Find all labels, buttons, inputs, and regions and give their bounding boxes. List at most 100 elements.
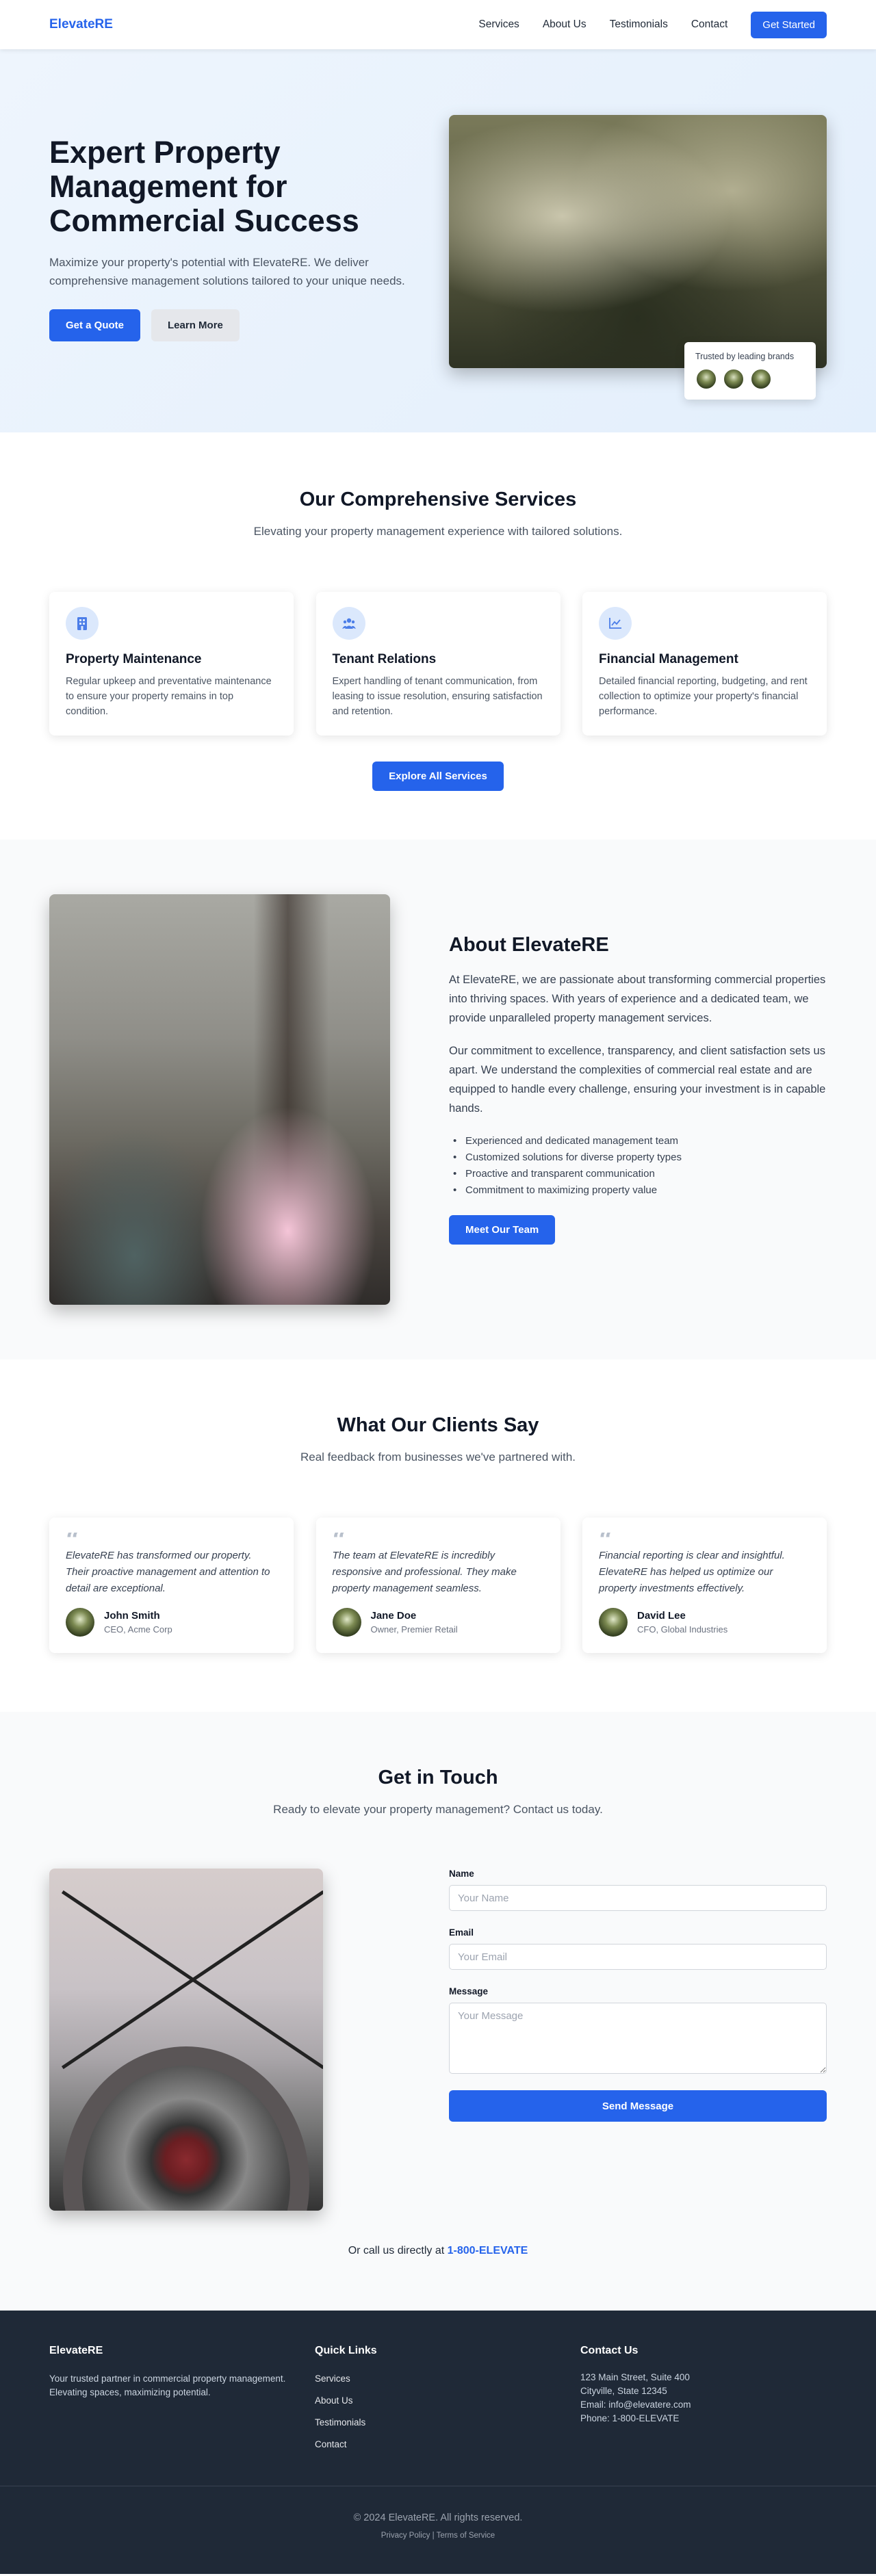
- terms-of-service-link[interactable]: Terms of Service: [437, 2532, 495, 2540]
- footer-link-testimonials[interactable]: Testimonials: [315, 2412, 561, 2434]
- contact-subtitle: Ready to elevate your property managemen…: [273, 1803, 603, 1816]
- contact-form: Name Email Message Send Message: [449, 1869, 827, 2211]
- brand-avatars: [695, 368, 805, 390]
- footer-link-services[interactable]: Services: [315, 2368, 561, 2390]
- about-paragraph: Our commitment to excellence, transparen…: [449, 1045, 826, 1115]
- brand-logo[interactable]: ElevateRE: [49, 17, 113, 32]
- brand-avatar: [750, 368, 772, 390]
- users-icon: [332, 607, 365, 640]
- about-title: About ElevateRE: [449, 934, 609, 956]
- footer: ElevateRE Your trusted partner in commer…: [0, 2311, 876, 2574]
- get-started-button[interactable]: Get Started: [751, 11, 827, 38]
- nav-link-testimonials[interactable]: Testimonials: [610, 18, 668, 31]
- footer-quick-links: Quick Links Services About Us Testimonia…: [315, 2345, 561, 2486]
- footer-link-contact[interactable]: Contact: [315, 2434, 561, 2456]
- quote-icon: “: [333, 1533, 544, 1545]
- trust-card: Trusted by leading brands: [684, 342, 816, 400]
- testimonial-quote: Financial reporting is clear and insight…: [599, 1550, 785, 1594]
- message-label: Message: [449, 1986, 489, 1996]
- privacy-policy-link[interactable]: Privacy Policy: [381, 2532, 430, 2540]
- name-field[interactable]: [449, 1885, 827, 1911]
- copyright: © 2024 ElevateRE. All rights reserved.: [353, 2512, 523, 2523]
- call-line: Or call us directly at 1-800-ELEVATE: [49, 2245, 827, 2257]
- about-image: [49, 894, 390, 1305]
- learn-more-button[interactable]: Learn More: [151, 309, 240, 341]
- about-section: About ElevateRE At ElevateRE, we are pas…: [0, 840, 876, 1359]
- nav-link-contact[interactable]: Contact: [691, 18, 727, 31]
- quick-links-title: Quick Links: [315, 2345, 377, 2356]
- about-paragraph: At ElevateRE, we are passionate about tr…: [449, 974, 826, 1024]
- nav-links: Services About Us Testimonials Contact G…: [478, 11, 827, 38]
- get-quote-button[interactable]: Get a Quote: [49, 309, 141, 341]
- top-navbar: ElevateRE Services About Us Testimonials…: [0, 0, 876, 49]
- email-field[interactable]: [449, 1944, 827, 1970]
- testimonial-quote: ElevateRE has transformed our property. …: [66, 1550, 270, 1594]
- footer-link-about[interactable]: About Us: [315, 2390, 561, 2412]
- list-item: Commitment to maximizing property value: [449, 1182, 827, 1199]
- hero-buttons: Get a Quote Learn More: [49, 309, 433, 341]
- services-subtitle: Elevating your property management exper…: [253, 525, 623, 538]
- testimonials-title: What Our Clients Say: [337, 1414, 539, 1436]
- testimonial-card: “ The team at ElevateRE is incredibly re…: [315, 1518, 561, 1653]
- explore-services-button[interactable]: Explore All Services: [372, 762, 504, 791]
- footer-phone: Phone: 1-800-ELEVATE: [580, 2413, 680, 2423]
- service-title: Property Maintenance: [66, 652, 202, 666]
- legal-links: Privacy Policy | Terms of Service: [0, 2532, 876, 2540]
- testimonial-cards: “ ElevateRE has transformed our property…: [49, 1518, 827, 1653]
- testimonial-author: David Lee CFO, Global Industries: [599, 1608, 810, 1637]
- service-card: Financial Management Detailed financial …: [582, 592, 827, 736]
- service-title: Financial Management: [599, 652, 738, 666]
- services-title: Our Comprehensive Services: [299, 489, 577, 510]
- image-detail: [63, 2046, 309, 2211]
- quote-icon: “: [599, 1533, 810, 1545]
- contact-us-title: Contact Us: [580, 2345, 639, 2356]
- legal-separator: |: [432, 2532, 435, 2540]
- meet-team-button[interactable]: Meet Our Team: [449, 1215, 556, 1245]
- author-name: John Smith: [104, 1610, 160, 1622]
- quote-icon: “: [66, 1533, 277, 1545]
- testimonial-card: “ Financial reporting is clear and insig…: [582, 1518, 827, 1653]
- avatar: [332, 1608, 361, 1637]
- message-field[interactable]: [449, 2003, 827, 2074]
- phone-link[interactable]: 1-800-ELEVATE: [448, 2245, 528, 2256]
- brand-avatar: [695, 368, 717, 390]
- service-title: Tenant Relations: [332, 652, 437, 666]
- address-line: 123 Main Street, Suite 400: [580, 2372, 690, 2382]
- list-item: Proactive and transparent communication: [449, 1166, 827, 1182]
- hero-image: [449, 115, 827, 368]
- avatar: [66, 1608, 94, 1637]
- address-line: Cityville, State 12345: [580, 2386, 667, 2396]
- name-label: Name: [449, 1869, 474, 1879]
- contact-row: Name Email Message Send Message: [49, 1869, 827, 2211]
- footer-about: ElevateRE Your trusted partner in commer…: [49, 2345, 296, 2486]
- hero-section: Expert Property Management for Commercia…: [0, 49, 876, 432]
- nav-link-about[interactable]: About Us: [543, 18, 587, 31]
- email-label: Email: [449, 1927, 474, 1938]
- footer-contact: Contact Us 123 Main Street, Suite 400 Ci…: [580, 2345, 827, 2486]
- service-description: Detailed financial reporting, budgeting,…: [599, 676, 808, 717]
- services-section: Our Comprehensive Services Elevating you…: [0, 432, 876, 840]
- nav-link-services[interactable]: Services: [478, 18, 519, 31]
- footer-tagline: Your trusted partner in commercial prope…: [49, 2373, 286, 2397]
- list-item: Customized solutions for diverse propert…: [449, 1149, 827, 1166]
- testimonials-section: What Our Clients Say Real feedback from …: [0, 1359, 876, 1712]
- testimonial-author: John Smith CEO, Acme Corp: [66, 1608, 277, 1637]
- contact-title: Get in Touch: [378, 1767, 498, 1788]
- testimonial-quote: The team at ElevateRE is incredibly resp…: [332, 1550, 517, 1594]
- footer-email: Email: info@elevatere.com: [580, 2399, 691, 2410]
- hero-subtitle: Maximize your property's potential with …: [49, 256, 405, 287]
- testimonial-author: Jane Doe Owner, Premier Retail: [332, 1608, 544, 1637]
- footer-brand: ElevateRE: [49, 2345, 103, 2356]
- contact-section: Get in Touch Ready to elevate your prope…: [0, 1712, 876, 2311]
- footer-contact-info: 123 Main Street, Suite 400 Cityville, St…: [580, 2371, 827, 2425]
- footer-bottom: © 2024 ElevateRE. All rights reserved. P…: [0, 2486, 876, 2540]
- testimonials-subtitle: Real feedback from businesses we've part…: [300, 1450, 576, 1463]
- service-cards: Property Maintenance Regular upkeep and …: [49, 592, 827, 736]
- avatar: [599, 1608, 628, 1637]
- building-icon: [66, 607, 99, 640]
- service-description: Expert handling of tenant communication,…: [332, 676, 543, 717]
- send-message-button[interactable]: Send Message: [449, 2090, 827, 2122]
- author-role: Owner, Premier Retail: [370, 1624, 458, 1635]
- list-item: Experienced and dedicated management tea…: [449, 1133, 827, 1149]
- trust-text: Trusted by leading brands: [695, 352, 795, 361]
